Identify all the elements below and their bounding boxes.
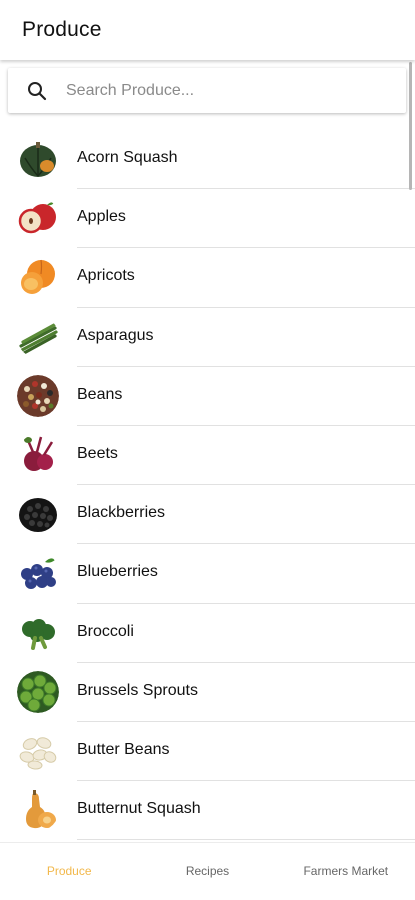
tab-produce[interactable]: Produce [0, 843, 138, 900]
asparagus-image [17, 315, 59, 358]
list-item-butternut-squash[interactable]: Butternut Squash [0, 781, 415, 841]
list-item-label: Apples [77, 208, 126, 226]
list-item-label: Apricots [77, 267, 135, 285]
search-icon [26, 80, 48, 102]
search-input[interactable] [66, 75, 366, 106]
search-bar[interactable] [8, 68, 406, 113]
bottom-navigation: Produce Recipes Farmers Market [0, 842, 415, 900]
list-item-label: Broccoli [77, 622, 134, 640]
blackberries-image [17, 493, 59, 536]
list-item-label: Blackberries [77, 504, 166, 522]
produce-list: Acorn Squash Apples Apricots Asparagus B… [0, 130, 415, 841]
scrollbar[interactable] [409, 62, 412, 190]
list-item-label: Butternut Squash [77, 800, 201, 818]
list-item-beets[interactable]: Beets [0, 426, 415, 486]
apricots-image [17, 256, 59, 299]
broccoli-image [17, 611, 59, 654]
list-item-apples[interactable]: Apples [0, 189, 415, 249]
butternut-squash-image [17, 789, 59, 832]
brussels-sprouts-image [17, 670, 59, 713]
list-item-butter-beans[interactable]: Butter Beans [0, 722, 415, 782]
list-item-label: Blueberries [77, 563, 158, 581]
list-item-label: Beans [77, 385, 123, 403]
beets-image [17, 433, 59, 476]
tab-farmers-market[interactable]: Farmers Market [277, 843, 415, 900]
list-item-label: Butter Beans [77, 740, 170, 758]
acorn-squash-image [17, 138, 59, 180]
list-item-blackberries[interactable]: Blackberries [0, 485, 415, 545]
list-item-blueberries[interactable]: Blueberries [0, 544, 415, 604]
list-item-broccoli[interactable]: Broccoli [0, 604, 415, 663]
list-item-label: Beets [77, 444, 118, 462]
list-item-label: Acorn Squash [77, 149, 178, 166]
list-item-acorn-squash[interactable]: Acorn Squash [0, 130, 415, 190]
divider [77, 839, 415, 841]
list-item-brussels-sprouts[interactable]: Brussels Sprouts [0, 663, 415, 722]
blueberries-image [17, 552, 59, 595]
tab-recipes[interactable]: Recipes [138, 843, 276, 900]
list-item-asparagus[interactable]: Asparagus [0, 308, 415, 367]
list-item-beans[interactable]: Beans [0, 367, 415, 426]
butter-beans-image [17, 729, 59, 772]
beans-image [17, 374, 59, 417]
list-item-label: Brussels Sprouts [77, 681, 198, 699]
page-title: Produce [22, 18, 102, 41]
app-header: Produce [0, 0, 415, 60]
list-item-label: Asparagus [77, 326, 154, 344]
apples-image [17, 197, 59, 240]
list-item-apricots[interactable]: Apricots [0, 248, 415, 308]
